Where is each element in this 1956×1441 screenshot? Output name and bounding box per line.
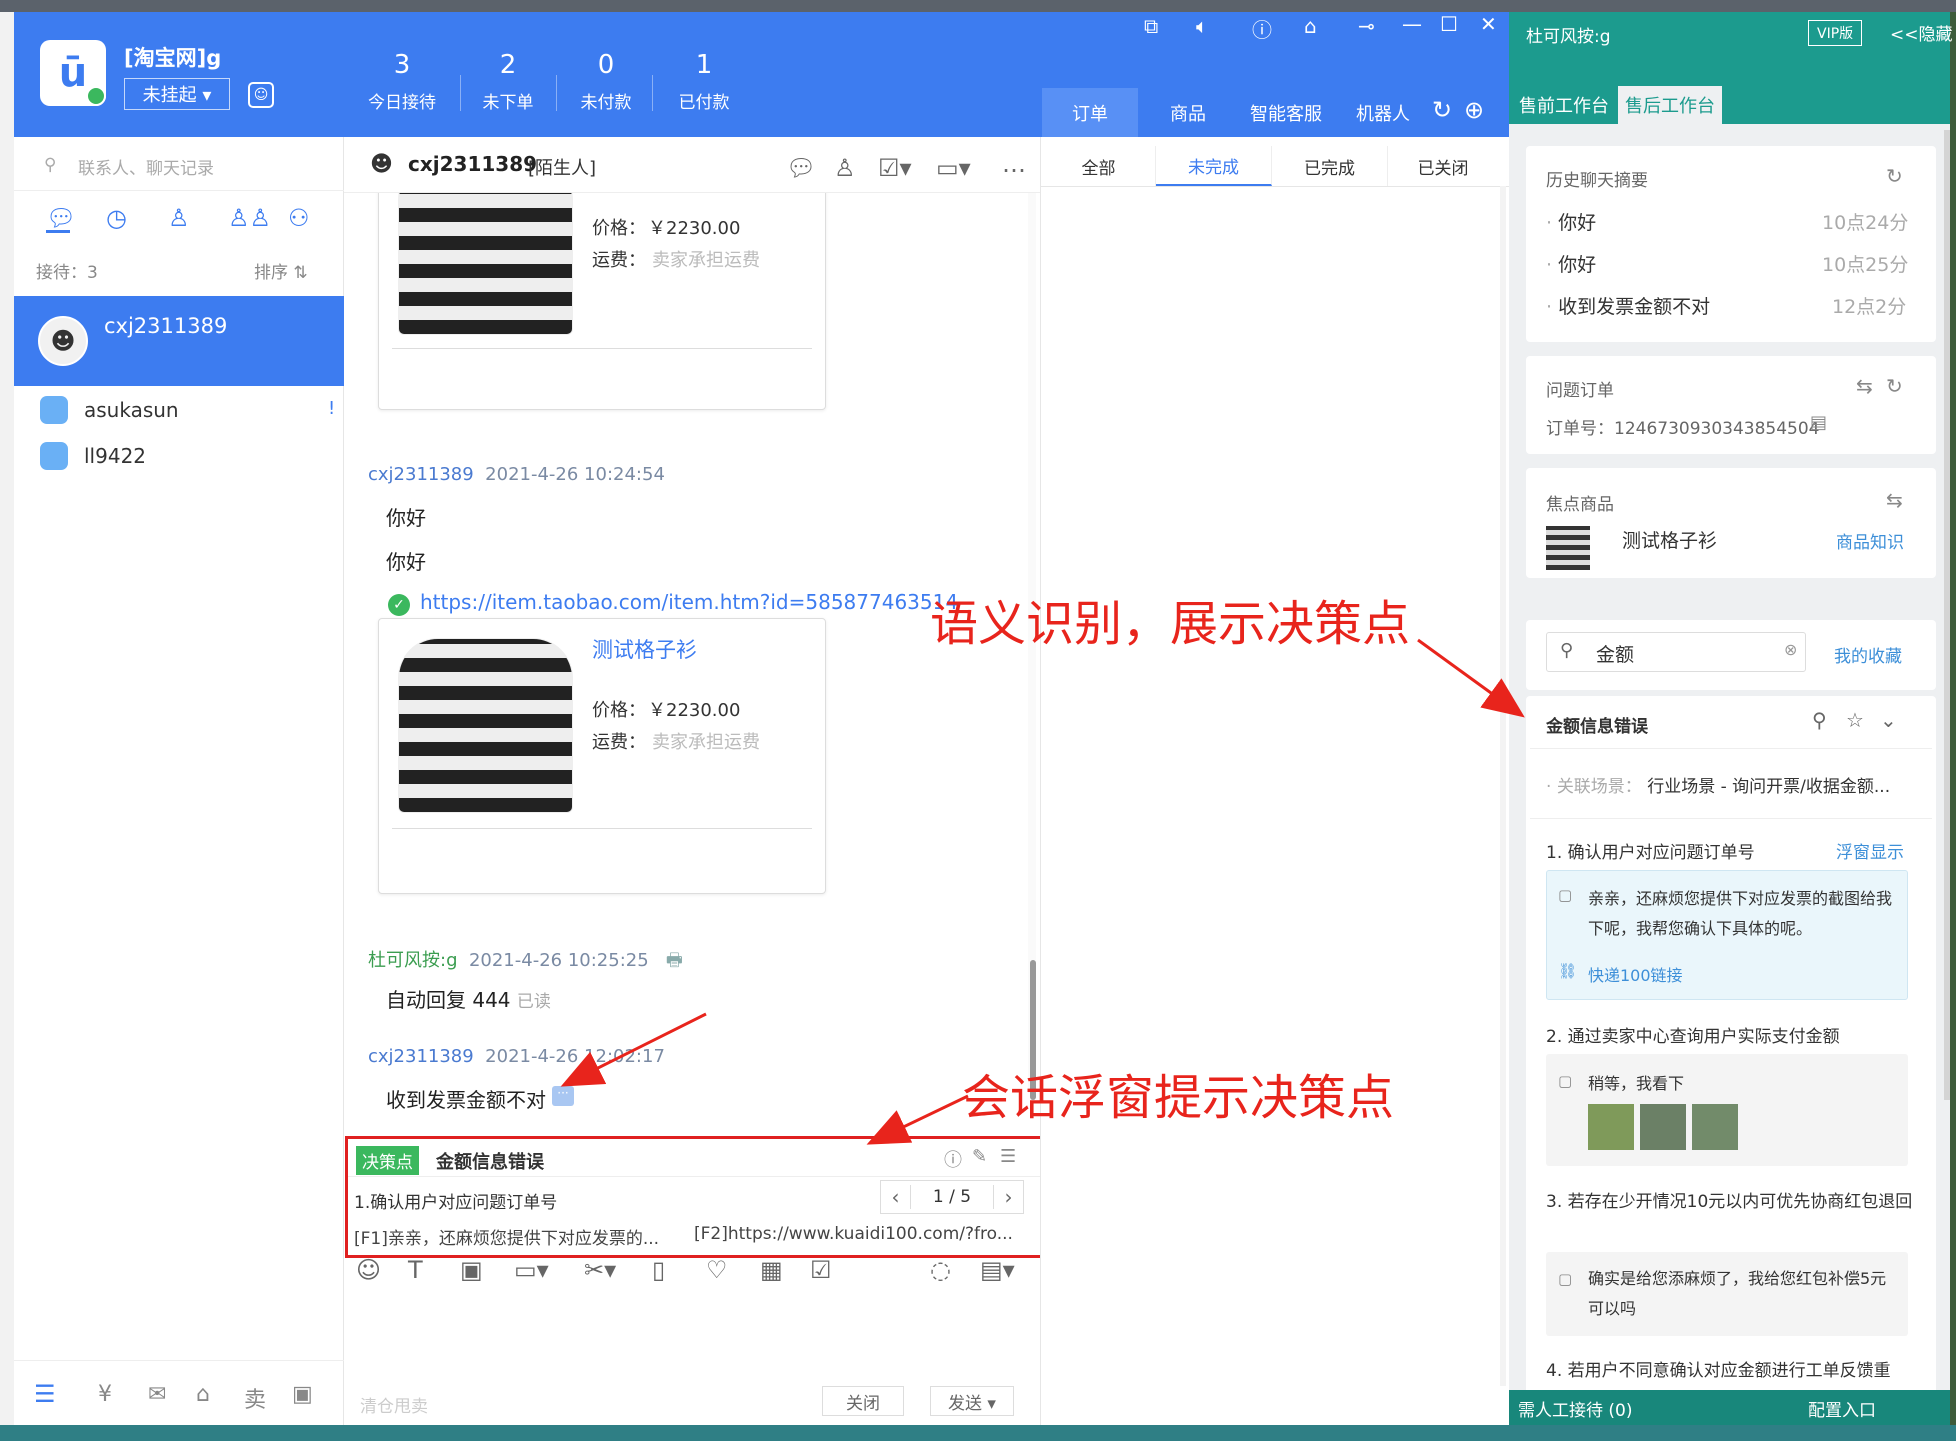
arrow-to-kb [1417,638,1525,718]
arrow-to-message [560,1012,707,1087]
arrow-to-popup [866,1094,969,1145]
annotation-arrows [560,638,1525,1145]
